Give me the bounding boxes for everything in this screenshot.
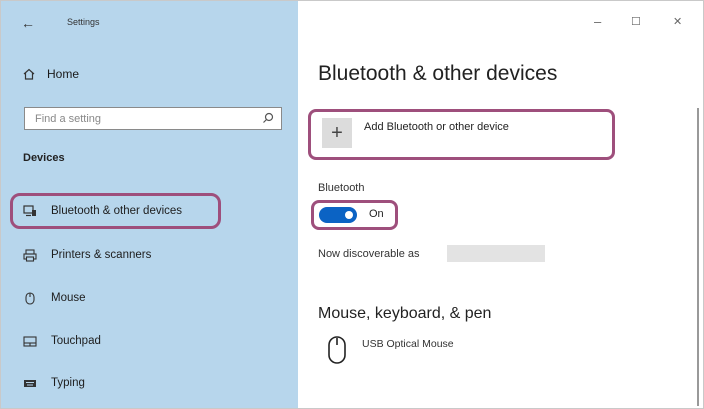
sidebar-item-home[interactable]: Home <box>23 67 79 81</box>
window-title: Settings <box>67 17 100 27</box>
keyboard-icon <box>23 376 37 390</box>
sidebar-item-label: Mouse <box>51 292 86 304</box>
search-icon <box>263 112 274 123</box>
mouse-icon <box>23 291 37 305</box>
sidebar-item-label: Printers & scanners <box>51 249 152 261</box>
sidebar-item-label: Touchpad <box>51 335 101 347</box>
plus-icon: + <box>331 121 343 144</box>
bluetooth-toggle[interactable] <box>319 207 357 223</box>
toggle-knob <box>345 211 353 219</box>
page-title: Bluetooth & other devices <box>318 62 558 85</box>
device-name-redacted <box>447 245 545 262</box>
bluetooth-devices-icon <box>23 204 37 218</box>
sidebar-item-label: Bluetooth & other devices <box>51 205 183 217</box>
bluetooth-label: Bluetooth <box>318 182 365 194</box>
sidebar-item-typing[interactable]: Typing <box>23 376 85 390</box>
home-icon <box>23 68 35 80</box>
discoverable-text: Now discoverable as <box>318 248 420 260</box>
add-device-button[interactable]: + <box>322 118 352 148</box>
sidebar-item-touchpad[interactable]: Touchpad <box>23 334 101 348</box>
printer-icon <box>23 248 37 262</box>
back-arrow-icon[interactable]: ← <box>21 15 35 31</box>
device-name[interactable]: USB Optical Mouse <box>362 338 454 350</box>
scrollbar[interactable] <box>697 108 699 406</box>
sidebar-item-label: Typing <box>51 377 85 389</box>
close-button[interactable]: ✕ <box>673 15 682 28</box>
search-placeholder: Find a setting <box>35 113 102 125</box>
add-device-label[interactable]: Add Bluetooth or other device <box>364 121 509 133</box>
touchpad-icon <box>23 334 37 348</box>
sidebar-item-mouse[interactable]: Mouse <box>23 291 86 305</box>
maximize-button[interactable]: ☐ <box>631 15 641 28</box>
toggle-state-label: On <box>369 208 384 220</box>
home-label: Home <box>47 67 80 81</box>
search-input[interactable]: Find a setting <box>24 107 282 130</box>
sidebar: ← Settings Home Find a setting Devices B… <box>1 1 298 408</box>
sidebar-item-bluetooth[interactable]: Bluetooth & other devices <box>23 204 182 218</box>
section-heading: Mouse, keyboard, & pen <box>318 305 492 322</box>
add-device-highlight <box>308 109 615 160</box>
mouse-icon <box>328 336 346 364</box>
minimize-button[interactable]: – <box>594 14 601 29</box>
section-label-devices: Devices <box>23 152 65 164</box>
sidebar-item-printers[interactable]: Printers & scanners <box>23 248 151 262</box>
